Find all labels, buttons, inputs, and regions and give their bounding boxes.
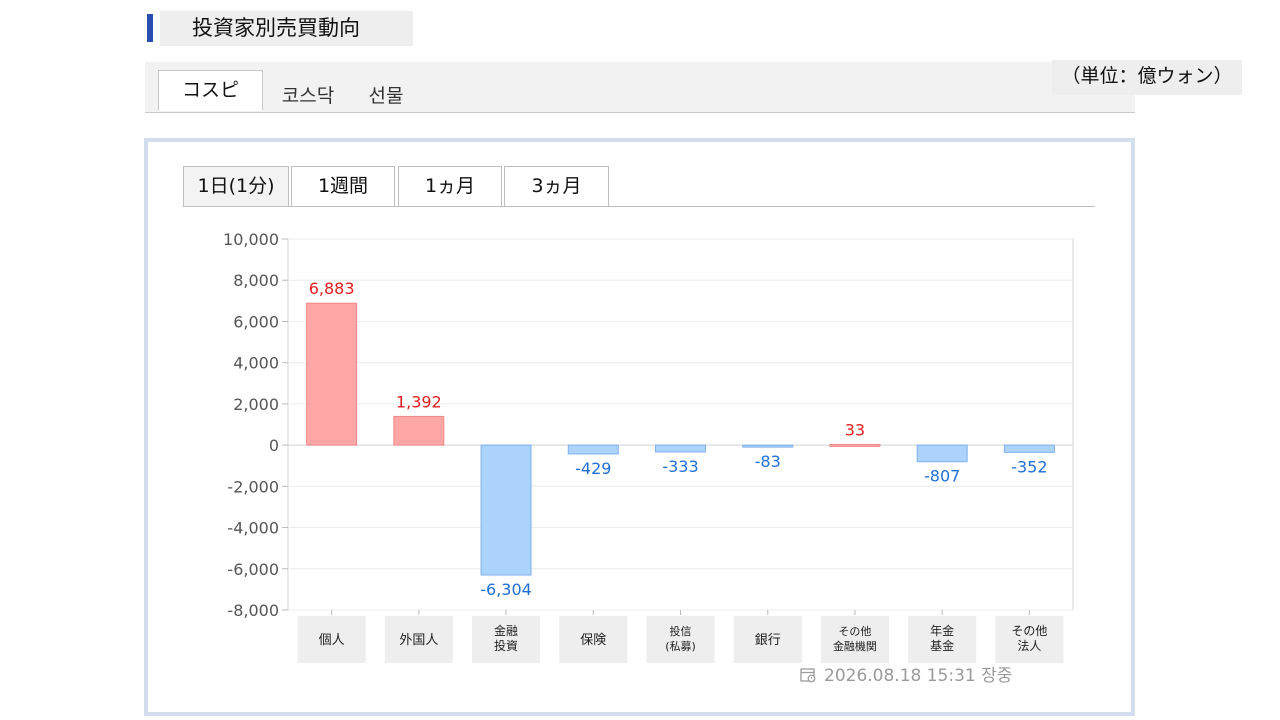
y-tick-label: -2,000 [227,477,279,496]
category-label: 保険 [580,633,606,648]
category-label: その他 [1011,624,1047,638]
investor-flow-chart: 10,000 8,000 6,000 4,000 2,000 0 -2,000 -4,000 -… [223,230,1074,663]
y-tick-label: 2,000 [233,395,279,414]
bar-value-label: 6,883 [309,279,355,298]
bar [393,415,445,446]
y-tick-label: 6,000 [233,312,279,331]
category-label: 金融 [494,623,518,638]
category-label: 銀行 [755,633,781,648]
category-label: 投信 [670,624,692,638]
y-tick-label: 8,000 [233,271,279,290]
bar [829,443,881,447]
calendar-icon [800,668,816,683]
category-label: その他 [838,625,871,638]
timestamp-text: 2026.08.18 15:31 장중 [824,666,1013,686]
bar [1003,444,1055,453]
bar-value-label: -429 [575,459,611,478]
bar-value-label: 33 [845,420,865,439]
bar-value-label: -352 [1011,457,1047,476]
y-tick-label: -6,000 [227,560,279,579]
category-label: 基金 [930,638,954,653]
y-tick-label: -4,000 [227,519,279,538]
y-tick-label: 0 [269,436,279,455]
category-label: 金融機関 [833,639,877,653]
bar [480,444,532,576]
bar [655,444,706,453]
category-label: (私募) [665,640,696,653]
y-tick-label: -8,000 [227,601,279,620]
timestamp: 2026.08.18 15:31 장중 [800,665,1012,687]
bar-value-label: -807 [924,467,960,486]
bar [306,302,358,446]
category-label: 法人 [1017,639,1041,653]
y-tick-label: 10,000 [223,230,279,249]
bar [916,444,968,463]
bar [567,444,619,455]
bar-value-label: 1,392 [396,392,442,411]
category-label: 年金 [930,623,954,638]
bar-value-label: -83 [755,452,781,471]
y-tick-label: 4,000 [233,354,279,373]
bar-value-label: -333 [662,457,698,476]
bar [742,444,794,448]
category-label: 個人 [319,633,345,648]
bar-value-label: -6,304 [480,580,532,599]
category-label: 外国人 [399,633,438,648]
category-label: 投資 [494,638,518,653]
